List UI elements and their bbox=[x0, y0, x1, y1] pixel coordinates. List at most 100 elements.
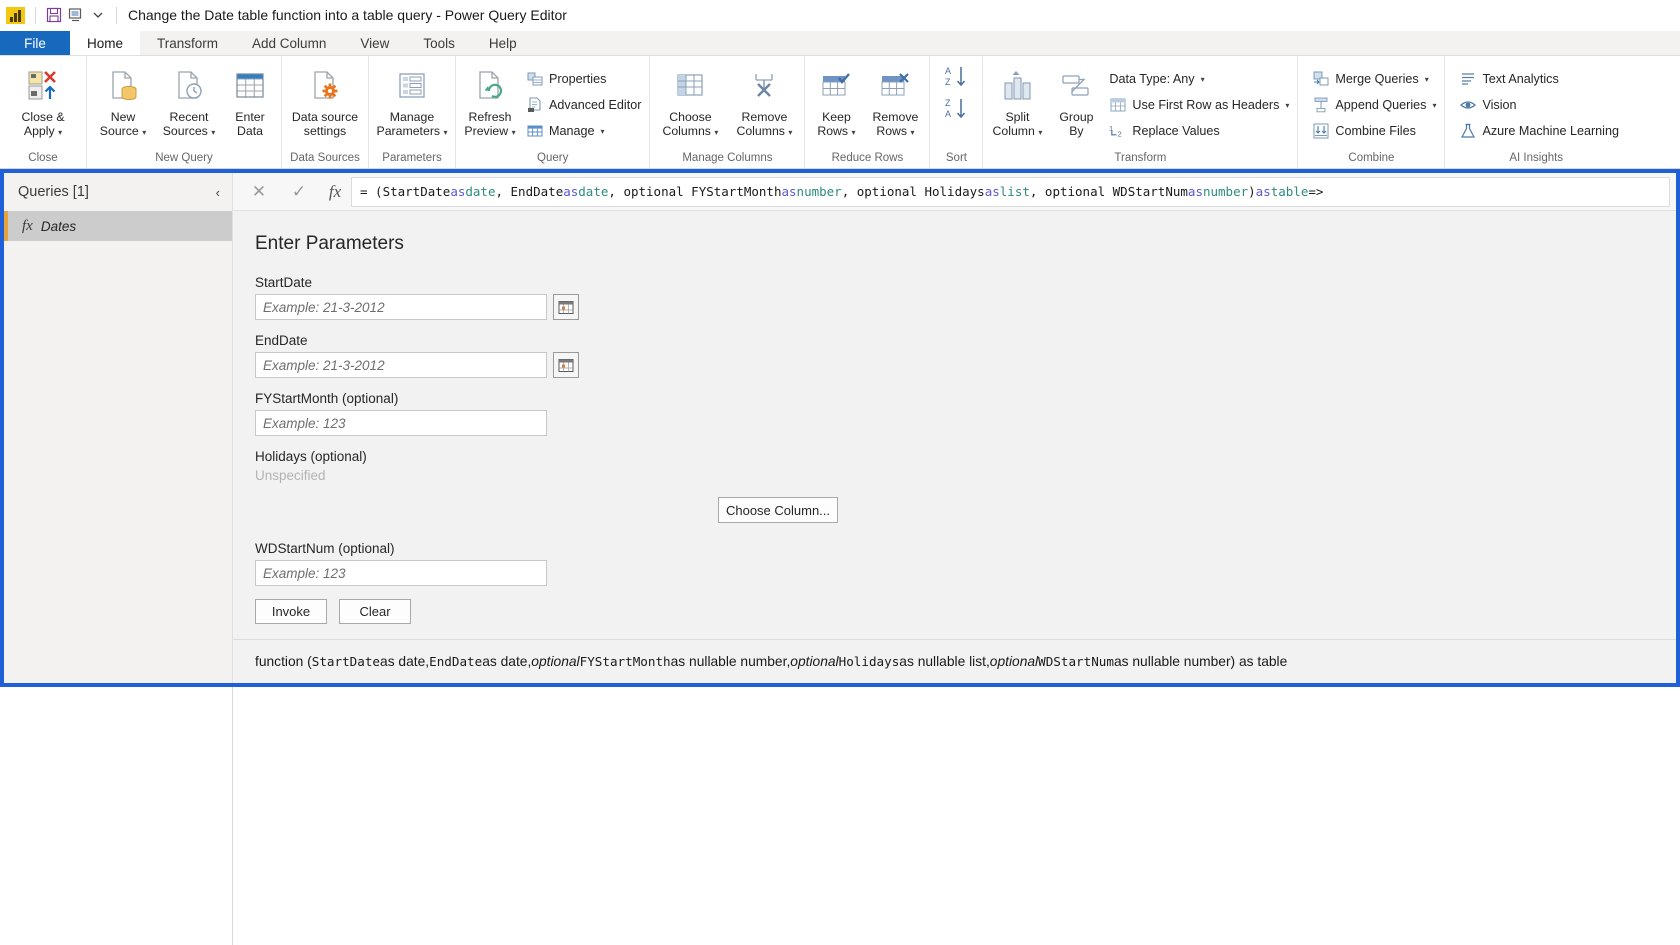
save-icon[interactable] bbox=[43, 4, 65, 26]
advanced-editor-button[interactable]: Advanced Editor bbox=[521, 94, 646, 116]
ribbon-group-label-parameters: Parameters bbox=[382, 152, 442, 164]
ribbon-group-query: Refresh Preview ▾ Properties Advanced Ed… bbox=[456, 56, 651, 168]
tab-file[interactable]: File bbox=[0, 31, 70, 55]
svg-text:Z: Z bbox=[945, 77, 951, 87]
ribbon-group-sort: AZ ZA Sort bbox=[930, 56, 984, 168]
transform-small-buttons: Data Type: Any ▾ Use First Row as Header… bbox=[1104, 61, 1294, 142]
tab-view[interactable]: View bbox=[343, 31, 406, 55]
formula-token: as bbox=[1187, 184, 1203, 199]
invoke-button[interactable]: Invoke bbox=[255, 599, 327, 624]
data-source-settings-button[interactable]: Data source settings bbox=[285, 61, 365, 145]
tab-home[interactable]: Home bbox=[70, 31, 141, 55]
group-by-button[interactable]: Group By bbox=[1048, 61, 1104, 145]
query-name: Dates bbox=[40, 218, 77, 234]
remove-columns-button[interactable]: Remove Columns ▾ bbox=[727, 61, 801, 145]
remove-columns-icon bbox=[747, 66, 781, 106]
accept-formula-icon[interactable]: ✓ bbox=[279, 177, 319, 207]
manage-label: Manage bbox=[549, 124, 595, 138]
data-type-label: Data Type: Any bbox=[1109, 72, 1195, 86]
startdate-row: Example: 21-3-2012 bbox=[255, 294, 1676, 320]
enter-data-icon bbox=[233, 66, 267, 106]
fystartmonth-row: Example: 123 bbox=[255, 410, 1676, 436]
enter-data-button[interactable]: Enter Data bbox=[222, 61, 278, 145]
refresh-preview-button[interactable]: Refresh Preview ▾ bbox=[459, 61, 521, 145]
remove-rows-label-line1: Remove bbox=[872, 110, 919, 124]
new-source-button[interactable]: New Source ▾ bbox=[90, 61, 156, 145]
svg-text:2: 2 bbox=[1118, 130, 1122, 139]
formula-token: => bbox=[1308, 184, 1324, 199]
cancel-formula-icon[interactable]: ✕ bbox=[239, 177, 279, 207]
startdate-input[interactable]: Example: 21-3-2012 bbox=[255, 294, 547, 320]
customize-quick-access-toolbar-icon[interactable] bbox=[87, 4, 109, 26]
startdate-calendar-picker-button[interactable] bbox=[553, 294, 579, 320]
use-first-row-as-headers-label: Use First Row as Headers bbox=[1132, 98, 1280, 112]
keep-rows-button[interactable]: Keep Rows ▾ bbox=[808, 61, 864, 145]
sidebar-item-dates[interactable]: fx Dates bbox=[4, 211, 232, 241]
formula-input[interactable]: = (StartDate as date, EndDate as date, o… bbox=[351, 176, 1670, 207]
group-by-label-line2: By bbox=[1069, 124, 1084, 138]
insert-step-fx-icon[interactable]: fx bbox=[319, 177, 351, 207]
formula-token: date bbox=[578, 184, 609, 199]
signature-token: StartDate bbox=[311, 654, 381, 669]
new-source-icon bbox=[106, 66, 140, 106]
data-type-dropdown[interactable]: Data Type: Any ▾ bbox=[1104, 68, 1294, 90]
collapse-queries-pane-icon[interactable]: ‹ bbox=[216, 185, 220, 200]
wdstartnum-label: WDStartNum (optional) bbox=[255, 541, 395, 556]
enddate-calendar-picker-button[interactable] bbox=[553, 352, 579, 378]
tab-transform[interactable]: Transform bbox=[140, 31, 235, 55]
merge-queries-label: Merge Queries bbox=[1335, 72, 1419, 86]
use-first-row-as-headers-button[interactable]: Use First Row as Headers ▾ bbox=[1104, 94, 1294, 116]
ribbon-group-combine: Merge Queries ▾ Append Queries ▾ Combine… bbox=[1298, 56, 1446, 168]
fystartmonth-input[interactable]: Example: 123 bbox=[255, 410, 547, 436]
append-queries-label: Append Queries bbox=[1335, 98, 1427, 112]
tab-help[interactable]: Help bbox=[472, 31, 534, 55]
manage-parameters-icon bbox=[395, 66, 429, 106]
enddate-input[interactable]: Example: 21-3-2012 bbox=[255, 352, 547, 378]
formula-token: , optional FYStartMonth bbox=[608, 184, 782, 199]
formula-token: as bbox=[450, 184, 466, 199]
print-preview-icon[interactable] bbox=[65, 4, 87, 26]
formula-token: number bbox=[796, 184, 842, 199]
text-analytics-button[interactable]: Text Analytics bbox=[1454, 68, 1624, 90]
properties-button[interactable]: Properties bbox=[521, 68, 646, 90]
editor-main-area: Queries [1] ‹ fx Dates ✕ ✓ fx = (StartDa… bbox=[0, 169, 1680, 687]
chevron-down-icon: ▾ bbox=[142, 128, 147, 137]
remove-rows-button[interactable]: Remove Rows ▾ bbox=[864, 61, 926, 145]
ribbon-group-new-query: New Source ▾ Recent Sources ▾ Enter Data… bbox=[87, 56, 282, 168]
svg-text:1: 1 bbox=[1109, 124, 1113, 133]
parameters-form: StartDate Example: 21-3-2012 EndDate Exa… bbox=[233, 275, 1676, 624]
append-queries-button[interactable]: Append Queries ▾ bbox=[1307, 94, 1441, 116]
ribbon-group-parameters: Manage Parameters ▾ Parameters bbox=[369, 56, 456, 168]
choose-columns-button[interactable]: Choose Columns ▾ bbox=[653, 61, 727, 145]
tab-tools[interactable]: Tools bbox=[406, 31, 472, 55]
combine-files-button[interactable]: Combine Files bbox=[1307, 120, 1441, 142]
choose-column-button[interactable]: Choose Column... bbox=[718, 497, 838, 523]
vision-button[interactable]: Vision bbox=[1454, 94, 1624, 116]
query-small-buttons: Properties Advanced Editor Manage ▾ bbox=[521, 61, 646, 142]
close-and-apply-button[interactable]: Close & Apply ▾ bbox=[3, 61, 83, 145]
vision-label: Vision bbox=[1482, 98, 1517, 112]
merge-queries-button[interactable]: Merge Queries ▾ bbox=[1307, 68, 1441, 90]
tab-add-column[interactable]: Add Column bbox=[235, 31, 343, 55]
manage-parameters-button[interactable]: Manage Parameters ▾ bbox=[372, 61, 452, 145]
split-column-button[interactable]: Split Column ▾ bbox=[986, 61, 1048, 145]
split-column-label-line2: Column ▾ bbox=[992, 124, 1043, 138]
recent-sources-button[interactable]: Recent Sources ▾ bbox=[156, 61, 222, 145]
ribbon-group-label-combine: Combine bbox=[1348, 152, 1395, 164]
ribbon-group-ai-insights: Text Analytics Vision Azure Machine Lear… bbox=[1445, 56, 1627, 168]
sort-ascending-button[interactable]: AZ bbox=[943, 64, 969, 90]
azure-machine-learning-button[interactable]: Azure Machine Learning bbox=[1454, 120, 1624, 142]
wdstartnum-input[interactable]: Example: 123 bbox=[255, 560, 547, 586]
data-source-settings-icon bbox=[308, 66, 342, 106]
chevron-down-icon: ▾ bbox=[1285, 100, 1290, 110]
ribbon-group-label-reduce-rows: Reduce Rows bbox=[831, 152, 904, 164]
group-by-icon bbox=[1058, 66, 1094, 106]
clear-button[interactable]: Clear bbox=[339, 599, 411, 624]
properties-icon bbox=[526, 71, 543, 88]
manage-button[interactable]: Manage ▾ bbox=[521, 120, 646, 142]
close-apply-icon bbox=[25, 66, 61, 106]
sort-descending-button[interactable]: ZA bbox=[943, 96, 969, 122]
replace-values-button[interactable]: 12 Replace Values bbox=[1104, 120, 1294, 142]
formula-bar: ✕ ✓ fx = (StartDate as date, EndDate as … bbox=[233, 173, 1676, 211]
svg-text:A: A bbox=[945, 109, 951, 119]
